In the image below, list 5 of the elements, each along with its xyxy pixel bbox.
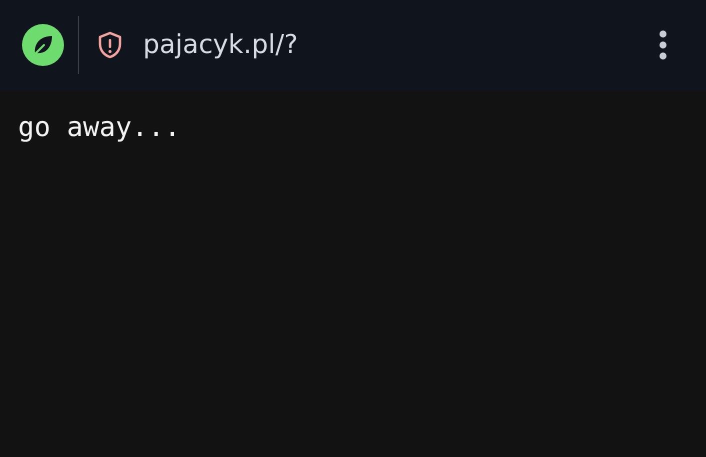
menu-icon[interactable] — [658, 30, 668, 60]
leaf-icon[interactable] — [22, 24, 64, 66]
shield-icon[interactable] — [97, 31, 123, 59]
page-text: go away... — [18, 112, 181, 143]
address-field[interactable]: pajacyk.pl/? — [143, 30, 298, 60]
